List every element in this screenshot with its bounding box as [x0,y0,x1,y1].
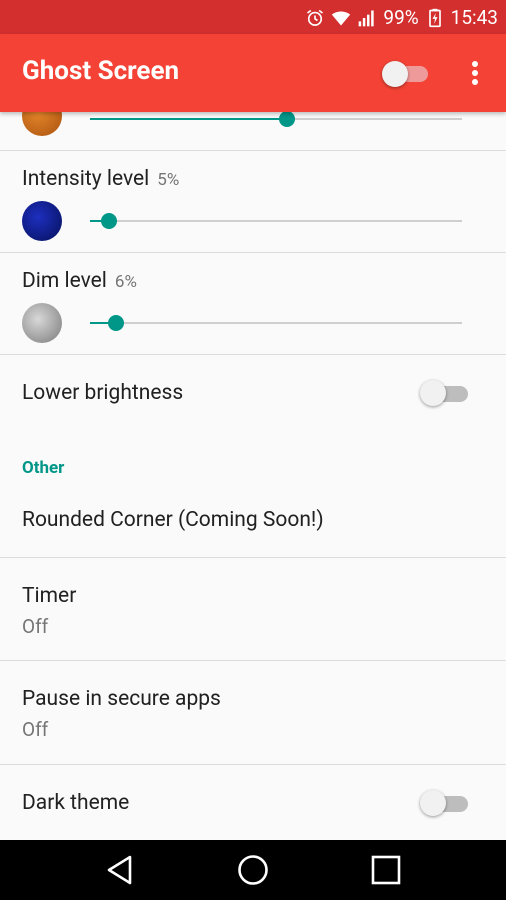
lower-brightness-row[interactable]: Lower brightness [0,355,506,437]
color-level-slider[interactable] [90,112,462,127]
orange-moon-icon [22,112,62,136]
intensity-label-line: Intensity level 5% [22,167,179,191]
intensity-row: Intensity level 5% [0,151,506,252]
dark-theme-label: Dark theme [22,791,130,815]
slider-thumb[interactable] [279,112,296,127]
wifi-icon [332,11,351,25]
settings-list: Intensity level 5% Dim level 6% Lower brig… [0,112,506,840]
section-header-other: Other [22,458,65,478]
home-icon[interactable] [237,854,269,886]
toggle-thumb [420,790,446,816]
app-title: Ghost Screen [22,56,180,86]
status-bar: 99% 15:43 [0,0,506,34]
alarm-icon [307,9,324,26]
battery-icon [428,8,441,27]
timer-label: Timer [22,584,77,608]
intensity-slider[interactable] [90,213,462,229]
app-bar: Ghost Screen [0,34,506,112]
dim-label: Dim level [22,269,107,293]
recents-icon[interactable] [370,854,402,886]
timer-row[interactable]: Timer Off [0,558,506,660]
battery-percent: 99% [383,6,419,29]
lower-brightness-toggle[interactable] [420,380,468,406]
grey-moon-icon [22,303,62,343]
rounded-corner-label: Rounded Corner (Coming Soon!) [22,508,324,532]
dark-theme-row[interactable]: Dark theme [0,765,506,840]
pause-secure-row[interactable]: Pause in secure apps Off [0,661,506,764]
slider-thumb[interactable] [100,213,117,229]
back-icon[interactable] [104,854,136,886]
dim-slider[interactable] [90,315,462,331]
dim-label-line: Dim level 6% [22,269,137,293]
master-toggle[interactable] [382,60,428,87]
navigation-bar [0,840,506,900]
pause-secure-label: Pause in secure apps [22,687,221,711]
color-level-row [0,112,506,150]
blue-moon-icon [22,201,62,241]
intensity-label: Intensity level [22,167,150,191]
intensity-value: 5% [157,170,180,190]
toggle-thumb [420,380,446,406]
dim-value: 6% [114,272,137,292]
dim-row: Dim level 6% [0,253,506,354]
signal-icon [359,10,375,26]
timer-summary: Off [22,615,49,638]
clock: 15:43 [450,6,498,29]
slider-thumb[interactable] [108,315,125,331]
master-toggle-thumb [382,61,408,87]
slider-fill [90,118,288,120]
rounded-corner-row[interactable]: Rounded Corner (Coming Soon!) [0,488,506,557]
dark-theme-toggle[interactable] [420,790,468,816]
lower-brightness-label: Lower brightness [22,381,184,405]
pause-secure-summary: Off [22,718,49,741]
overflow-menu-icon[interactable] [466,58,484,90]
